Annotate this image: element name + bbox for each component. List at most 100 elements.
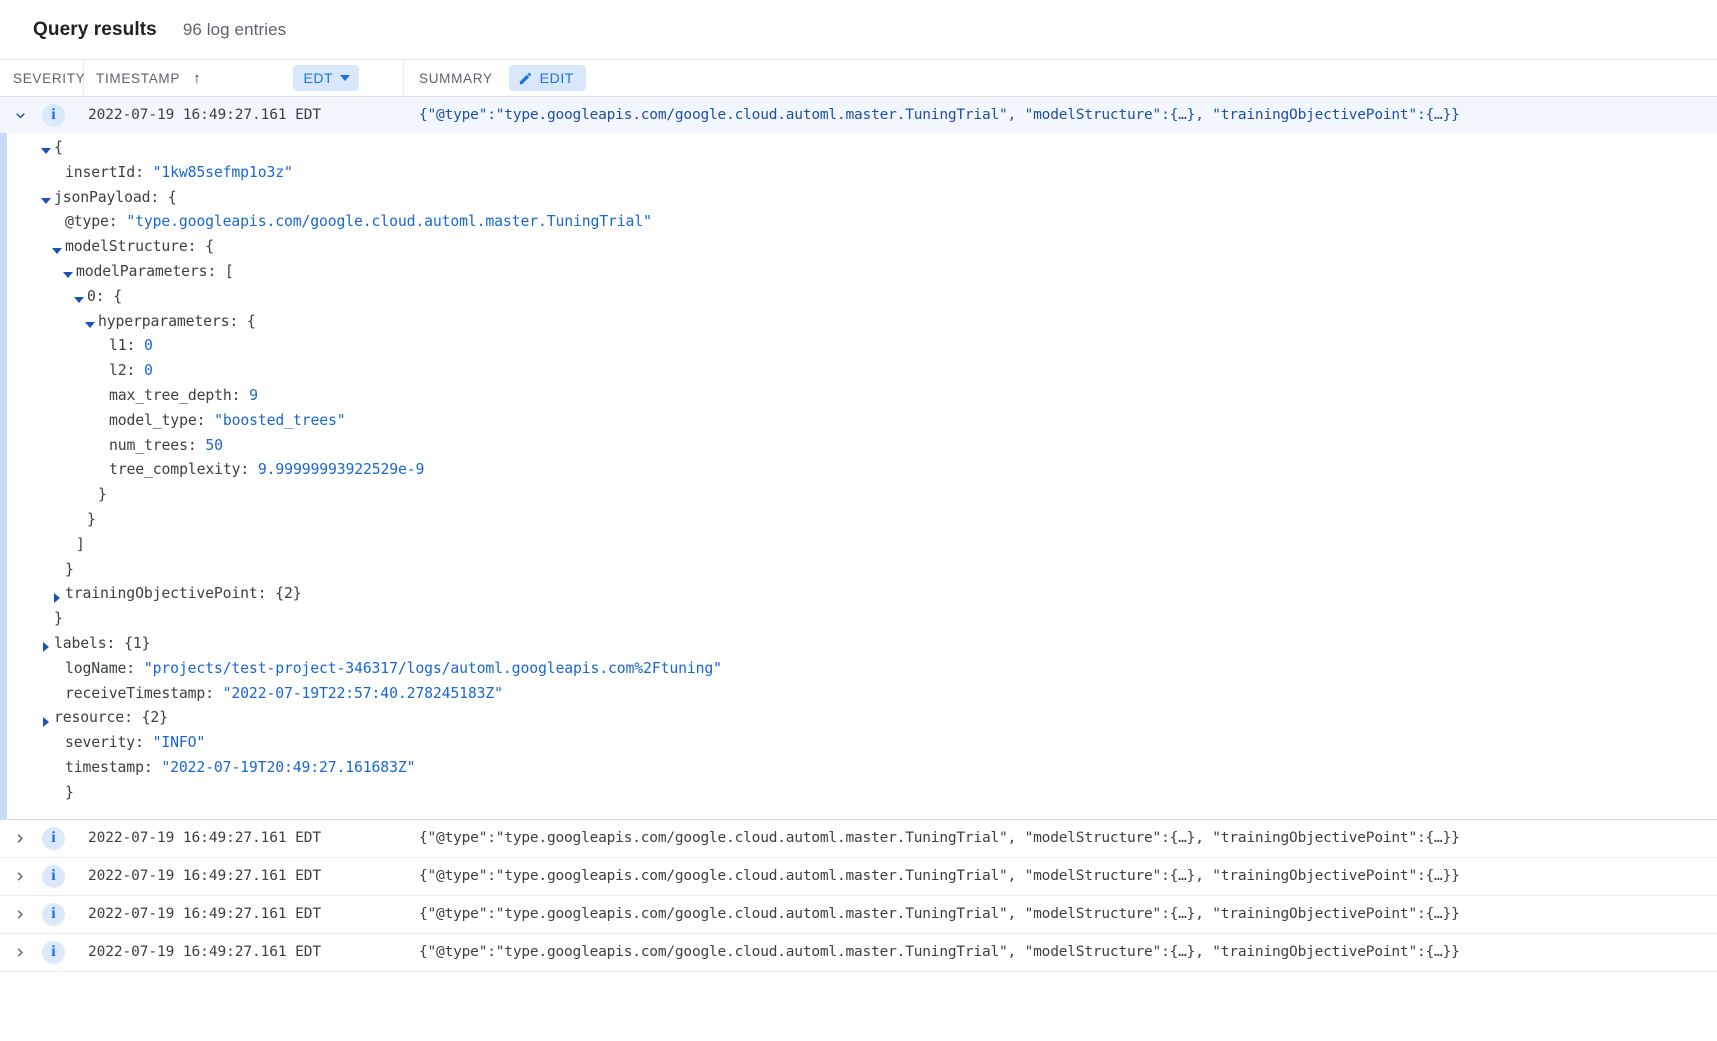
json-punctuation: {	[247, 313, 256, 330]
json-key: @type:	[65, 213, 126, 230]
json-line-content: ]	[76, 536, 85, 553]
chevron-right-icon[interactable]	[0, 906, 40, 923]
json-value: "boosted_trees"	[214, 412, 345, 429]
log-row[interactable]: i2022-07-19 16:49:27.161 EDT{"@type":"ty…	[0, 896, 1717, 934]
json-line: {	[0, 139, 1717, 164]
chevron-down-icon[interactable]	[38, 139, 54, 164]
json-caret-spacer	[49, 213, 65, 238]
log-row-summary: {"@type":"type.googleapis.com/google.clo…	[404, 868, 1717, 884]
json-line: labels: {1}	[0, 635, 1717, 660]
json-caret-spacer	[93, 461, 109, 486]
caret-glyph[interactable]	[52, 248, 62, 254]
column-header-timestamp[interactable]: TIMESTAMP ↑ EDT	[84, 60, 404, 96]
log-row-expanded[interactable]: i 2022-07-19 16:49:27.161 EDT {"@type":"…	[0, 97, 1717, 133]
json-key: jsonPayload:	[54, 189, 168, 206]
chevron-down-icon[interactable]	[60, 263, 76, 288]
timezone-selector[interactable]: EDT	[293, 65, 360, 91]
log-row-summary: {"@type":"type.googleapis.com/google.clo…	[404, 830, 1717, 846]
json-value: 50	[205, 437, 223, 454]
json-line: modelStructure: {	[0, 238, 1717, 263]
caret-glyph[interactable]	[41, 148, 51, 154]
json-key: modelStructure:	[65, 238, 205, 255]
table-column-header: SEVERITY TIMESTAMP ↑ EDT SUMMARY EDIT	[0, 60, 1717, 97]
json-punctuation: {1}	[124, 635, 150, 652]
caret-glyph[interactable]	[43, 717, 49, 727]
info-icon: i	[42, 865, 65, 888]
chevron-right-icon[interactable]	[49, 585, 65, 610]
severity-cell: i	[40, 865, 84, 888]
severity-cell: i	[40, 941, 84, 964]
json-line-content: num_trees: 50	[109, 437, 223, 454]
edit-summary-button[interactable]: EDIT	[509, 65, 586, 91]
json-line-content: l2: 0	[109, 362, 153, 379]
json-line: logName: "projects/test-project-346317/l…	[0, 660, 1717, 685]
caret-glyph[interactable]	[74, 297, 84, 303]
json-punctuation: }	[98, 486, 107, 503]
json-line: model_type: "boosted_trees"	[0, 412, 1717, 437]
json-line-content: l1: 0	[109, 337, 153, 354]
chevron-right-icon[interactable]	[38, 709, 54, 734]
json-line-content: }	[98, 486, 107, 503]
json-line: trainingObjectivePoint: {2}	[0, 585, 1717, 610]
json-line-content: trainingObjectivePoint: {2}	[65, 585, 302, 602]
json-line: resource: {2}	[0, 709, 1717, 734]
json-line-content: jsonPayload: {	[54, 189, 177, 206]
json-caret-spacer	[93, 337, 109, 362]
json-line-content: }	[87, 511, 96, 528]
caret-glyph[interactable]	[43, 642, 49, 652]
json-line: severity: "INFO"	[0, 734, 1717, 759]
json-line: ]	[0, 536, 1717, 561]
json-line-content: resource: {2}	[54, 709, 168, 726]
log-row-timestamp: 2022-07-19 16:49:27.161 EDT	[84, 830, 404, 846]
info-icon: i	[42, 104, 65, 127]
caret-glyph[interactable]	[41, 198, 51, 204]
json-line: tree_complexity: 9.99999993922529e-9	[0, 461, 1717, 486]
json-punctuation: }	[87, 511, 96, 528]
json-line: l1: 0	[0, 337, 1717, 362]
chevron-down-icon[interactable]	[38, 189, 54, 214]
json-punctuation: {2}	[142, 709, 168, 726]
log-rows-list: i2022-07-19 16:49:27.161 EDT{"@type":"ty…	[0, 820, 1717, 972]
json-line-content: receiveTimestamp: "2022-07-19T22:57:40.2…	[65, 685, 503, 702]
chevron-right-icon[interactable]	[0, 830, 40, 847]
json-line: receiveTimestamp: "2022-07-19T22:57:40.2…	[0, 685, 1717, 710]
column-header-severity[interactable]: SEVERITY	[0, 60, 84, 96]
caret-glyph[interactable]	[54, 593, 60, 603]
pencil-icon	[518, 71, 533, 86]
json-caret-spacer	[60, 536, 76, 561]
chevron-down-icon[interactable]	[49, 238, 65, 263]
json-caret-spacer	[93, 387, 109, 412]
caret-glyph[interactable]	[63, 272, 73, 278]
log-row[interactable]: i2022-07-19 16:49:27.161 EDT{"@type":"ty…	[0, 934, 1717, 972]
caret-glyph[interactable]	[85, 322, 95, 328]
sort-ascending-arrow-icon[interactable]: ↑	[193, 71, 201, 86]
log-row[interactable]: i2022-07-19 16:49:27.161 EDT{"@type":"ty…	[0, 820, 1717, 858]
json-key: num_trees:	[109, 437, 205, 454]
json-line-content: max_tree_depth: 9	[109, 387, 258, 404]
json-line-content: severity: "INFO"	[65, 734, 205, 751]
chevron-right-icon[interactable]	[0, 944, 40, 961]
chevron-right-icon[interactable]	[38, 635, 54, 660]
json-caret-spacer	[93, 437, 109, 462]
log-row-timestamp: 2022-07-19 16:49:27.161 EDT	[84, 868, 404, 884]
json-value: 9	[249, 387, 258, 404]
json-value: "1kw85sefmp1o3z"	[153, 164, 293, 181]
log-row[interactable]: i 2022-07-19 16:49:27.161 EDT{"@type":"ty…	[0, 858, 1717, 896]
json-value: 0	[144, 362, 153, 379]
json-line: jsonPayload: {	[0, 189, 1717, 214]
chevron-down-icon[interactable]	[0, 107, 40, 124]
column-header-timestamp-label: TIMESTAMP	[96, 71, 180, 86]
chevron-right-icon[interactable]	[0, 868, 40, 885]
json-caret-spacer	[49, 164, 65, 189]
json-value: 9.99999993922529e-9	[258, 461, 424, 478]
json-punctuation: {	[168, 189, 177, 206]
log-row-timestamp: 2022-07-19 16:49:27.161 EDT	[84, 107, 404, 123]
chevron-down-icon[interactable]	[71, 288, 87, 313]
chevron-down-icon[interactable]	[82, 313, 98, 338]
json-line-content: modelParameters: [	[76, 263, 234, 280]
json-line-content: @type: "type.googleapis.com/google.cloud…	[65, 213, 652, 230]
json-key: l2:	[109, 362, 144, 379]
json-caret-spacer	[49, 685, 65, 710]
json-line: 0: {	[0, 288, 1717, 313]
json-key: insertId:	[65, 164, 153, 181]
